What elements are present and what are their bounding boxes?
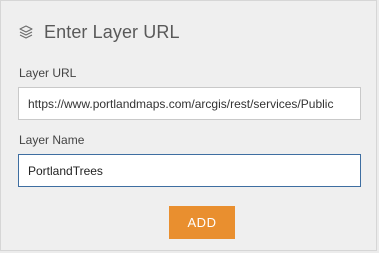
add-button[interactable]: ADD [169, 206, 235, 239]
dialog-title: Enter Layer URL [44, 21, 180, 42]
layers-icon [18, 24, 34, 40]
dialog-header: Enter Layer URL [18, 19, 180, 45]
layer-name-label: Layer Name [19, 133, 85, 147]
layer-url-input[interactable] [18, 87, 361, 120]
layer-url-label: Layer URL [19, 66, 77, 80]
enter-layer-url-panel: Enter Layer URL Layer URL Layer Name ADD [0, 0, 377, 251]
layer-name-input[interactable] [18, 154, 361, 187]
